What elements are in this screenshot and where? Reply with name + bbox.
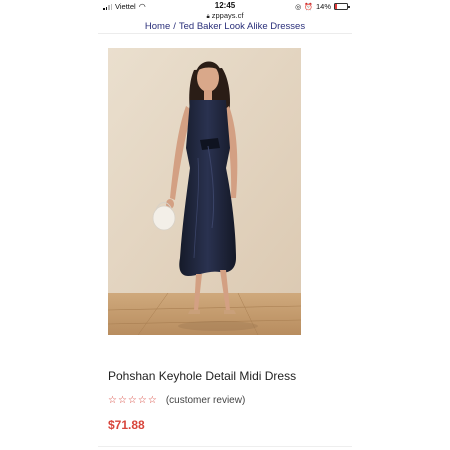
- product-image[interactable]: [108, 48, 301, 335]
- product-title[interactable]: Pohshan Keyhole Detail Midi Dress: [108, 369, 296, 383]
- alarm-icon: ⏰: [304, 3, 313, 11]
- star-rating-icons: ☆☆☆☆☆: [108, 395, 158, 406]
- divider: [98, 446, 352, 447]
- phone-screen: Viettel ◠ 12:45 ◎ ⏰ 14% 🔒︎ zppays.cf Home…: [98, 0, 352, 450]
- breadcrumb-current[interactable]: Ted Baker Look Alike Dresses: [179, 21, 305, 32]
- breadcrumb-home-link[interactable]: Home: [145, 21, 170, 32]
- breadcrumb-separator: /: [173, 21, 176, 32]
- breadcrumb: Home / Ted Baker Look Alike Dresses: [98, 21, 352, 34]
- lock-icon: 🔒︎: [206, 14, 210, 20]
- rating-row: ☆☆☆☆☆ (customer review): [108, 395, 245, 406]
- battery-icon: [334, 3, 350, 10]
- status-right: ◎ ⏰ 14%: [295, 2, 350, 11]
- orientation-lock-icon: ◎: [295, 3, 302, 11]
- customer-review-link[interactable]: (customer review): [166, 395, 245, 406]
- product-price: $71.88: [108, 418, 145, 432]
- url-bar[interactable]: 🔒︎ zppays.cf: [98, 11, 352, 21]
- url-text: zppays.cf: [211, 11, 244, 20]
- battery-percent: 14%: [315, 2, 331, 11]
